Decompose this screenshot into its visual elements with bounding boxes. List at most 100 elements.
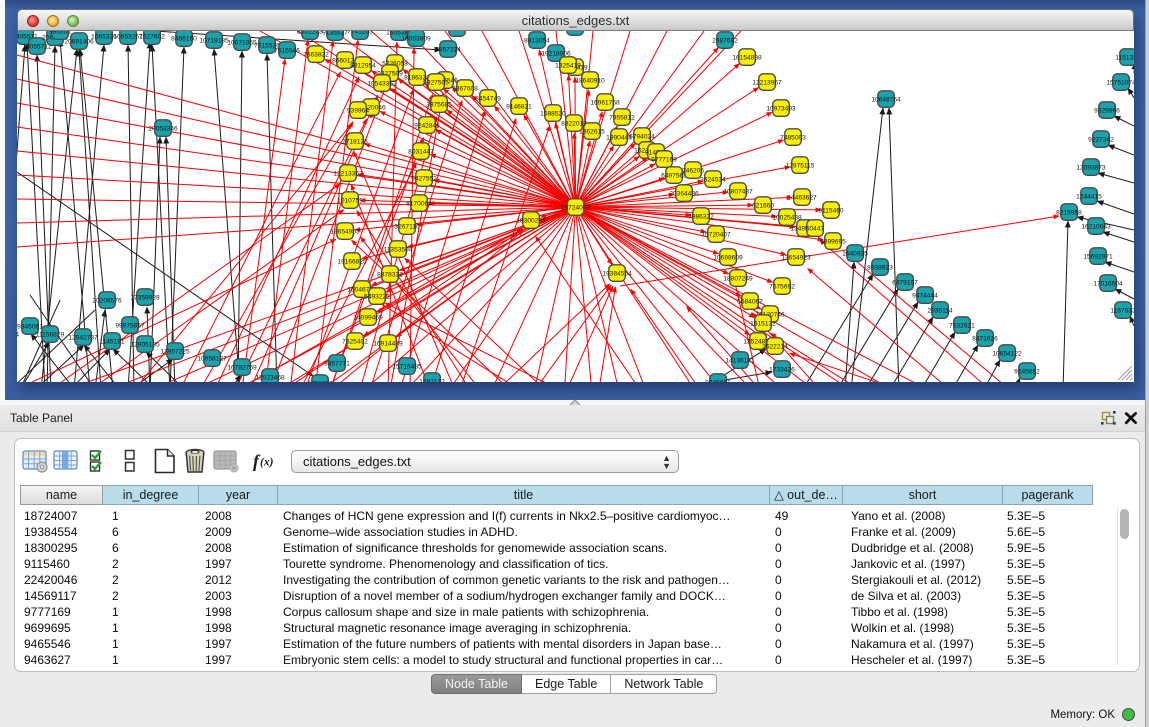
- svg-text:7663822: 7663822: [303, 51, 329, 58]
- svg-text:8878332: 8878332: [377, 271, 403, 278]
- svg-text:18640910: 18640910: [575, 77, 605, 84]
- svg-text:10719185: 10719185: [199, 37, 229, 44]
- svg-text:5684067: 5684067: [737, 298, 763, 305]
- svg-text:11156829: 11156829: [36, 331, 65, 338]
- svg-text:5493222: 5493222: [364, 293, 390, 300]
- svg-text:14055712: 14055712: [22, 43, 52, 50]
- svg-text:15720407: 15720407: [701, 231, 731, 238]
- svg-text:621660: 621660: [752, 202, 774, 209]
- svg-text:8031447: 8031447: [408, 148, 434, 155]
- svg-text:18300295: 18300295: [516, 217, 546, 224]
- svg-text:7485003: 7485003: [780, 134, 806, 141]
- svg-text:20364436: 20364436: [669, 190, 699, 197]
- svg-text:60447: 60447: [806, 225, 825, 232]
- svg-text:9115460: 9115460: [818, 207, 844, 214]
- svg-text:3875685: 3875685: [426, 101, 452, 108]
- svg-text:16053809: 16053809: [401, 35, 431, 42]
- svg-text:1527602: 1527602: [139, 33, 165, 40]
- svg-text:8912954: 8912954: [350, 62, 376, 69]
- svg-text:8551203: 8551203: [297, 31, 323, 35]
- svg-text:9146821: 9146821: [506, 103, 532, 110]
- svg-text:1145191: 1145191: [99, 338, 125, 345]
- svg-text:7632621: 7632621: [949, 322, 975, 329]
- svg-text:7857224: 7857224: [435, 46, 461, 53]
- svg-text:10973493: 10973493: [766, 105, 796, 112]
- svg-text:19384554: 19384554: [602, 270, 632, 277]
- svg-text:8170064: 8170064: [406, 200, 432, 207]
- svg-text:9345061: 9345061: [17, 323, 43, 330]
- svg-text:8813054: 8813054: [524, 37, 550, 44]
- svg-text:12905135: 12905135: [130, 341, 160, 348]
- svg-text:10671355: 10671355: [227, 39, 257, 46]
- svg-text:1010755: 1010755: [337, 197, 363, 204]
- svg-text:20206576: 20206576: [92, 297, 122, 304]
- svg-text:1588520: 1588520: [540, 110, 566, 117]
- svg-text:2522214: 2522214: [762, 343, 788, 350]
- svg-text:18807249: 18807249: [723, 275, 753, 282]
- svg-text:2687682: 2687682: [712, 37, 738, 44]
- svg-text:1325419: 1325419: [555, 62, 581, 69]
- svg-text:7741205: 7741205: [347, 31, 373, 35]
- svg-text:996351: 996351: [49, 31, 71, 35]
- svg-text:3624534: 3624534: [700, 176, 726, 183]
- svg-text:1640935: 1640935: [842, 250, 868, 257]
- svg-text:2718126: 2718126: [342, 138, 368, 145]
- svg-text:8322017: 8322017: [561, 120, 587, 127]
- svg-text:14463627: 14463627: [787, 194, 817, 201]
- svg-text:20691406: 20691406: [64, 38, 94, 45]
- svg-text:746206: 746206: [682, 167, 704, 174]
- svg-text:9329966: 9329966: [1094, 107, 1120, 114]
- svg-text:6794024: 6794024: [629, 133, 655, 140]
- svg-text:12975115: 12975115: [786, 162, 815, 169]
- svg-text:10807487: 10807487: [723, 188, 753, 195]
- svg-text:14099469: 14099469: [353, 314, 383, 321]
- svg-text:10688609: 10688609: [713, 254, 743, 261]
- svg-text:8466160: 8466160: [171, 35, 197, 42]
- svg-text:15716485: 15716485: [392, 363, 422, 370]
- svg-text:7575692: 7575692: [769, 283, 795, 290]
- svg-text:1151384: 1151384: [1115, 54, 1134, 61]
- svg-text:8938923: 8938923: [867, 264, 893, 271]
- svg-text:13654923: 13654923: [781, 254, 811, 261]
- svg-text:391934: 391934: [17, 331, 19, 338]
- svg-text:1615132: 1615132: [750, 320, 776, 327]
- svg-text:7986322: 7986322: [688, 213, 714, 220]
- svg-text:2367608: 2367608: [452, 85, 478, 92]
- svg-text:16210643: 16210643: [1081, 223, 1111, 230]
- svg-text:1167533: 1167533: [1110, 307, 1134, 314]
- svg-text:9245091: 9245091: [705, 379, 731, 382]
- svg-text:9327505: 9327505: [423, 79, 449, 86]
- svg-text:2935114: 2935114: [927, 307, 953, 314]
- svg-text:7515546: 7515546: [274, 47, 300, 54]
- svg-text:(x): (x): [260, 457, 274, 469]
- svg-text:16914479: 16914479: [373, 340, 403, 347]
- svg-text:8451286: 8451286: [307, 380, 333, 382]
- svg-text:9135527: 9135527: [322, 31, 348, 36]
- svg-text:20053346: 20053346: [148, 125, 178, 132]
- svg-text:939964: 939964: [347, 107, 369, 114]
- svg-text:7955812: 7955812: [609, 114, 635, 121]
- svg-text:1362615: 1362615: [579, 128, 605, 135]
- svg-text:99975857: 99975857: [115, 322, 145, 329]
- svg-text:1733426: 1733426: [769, 366, 795, 373]
- svg-text:9457771: 9457771: [324, 360, 350, 367]
- svg-text:8215958: 8215958: [1056, 209, 1082, 216]
- svg-text:10958127: 10958127: [197, 355, 227, 362]
- svg-text:12093873: 12093873: [1076, 164, 1106, 171]
- svg-text:11353594: 11353594: [384, 246, 413, 253]
- svg-text:15692971: 15692971: [1083, 253, 1113, 260]
- svg-text:19654953: 19654953: [330, 228, 360, 235]
- svg-text:8454749: 8454749: [475, 95, 501, 102]
- svg-text:10648764: 10648764: [871, 96, 901, 103]
- svg-text:9777169: 9777169: [651, 156, 677, 163]
- svg-text:17016504: 17016504: [1093, 280, 1123, 287]
- svg-text:19166825: 19166825: [337, 258, 367, 265]
- svg-text:15751074: 15751074: [1106, 79, 1134, 86]
- svg-text:17359928: 17359928: [130, 294, 160, 301]
- svg-text:8471626: 8471626: [972, 335, 998, 342]
- svg-text:12213967: 12213967: [752, 79, 782, 86]
- svg-text:6479197: 6479197: [892, 279, 918, 286]
- svg-text:9245652: 9245652: [1014, 368, 1040, 375]
- svg-text:1292132: 1292132: [419, 378, 445, 382]
- svg-text:14136141: 14136141: [725, 357, 755, 364]
